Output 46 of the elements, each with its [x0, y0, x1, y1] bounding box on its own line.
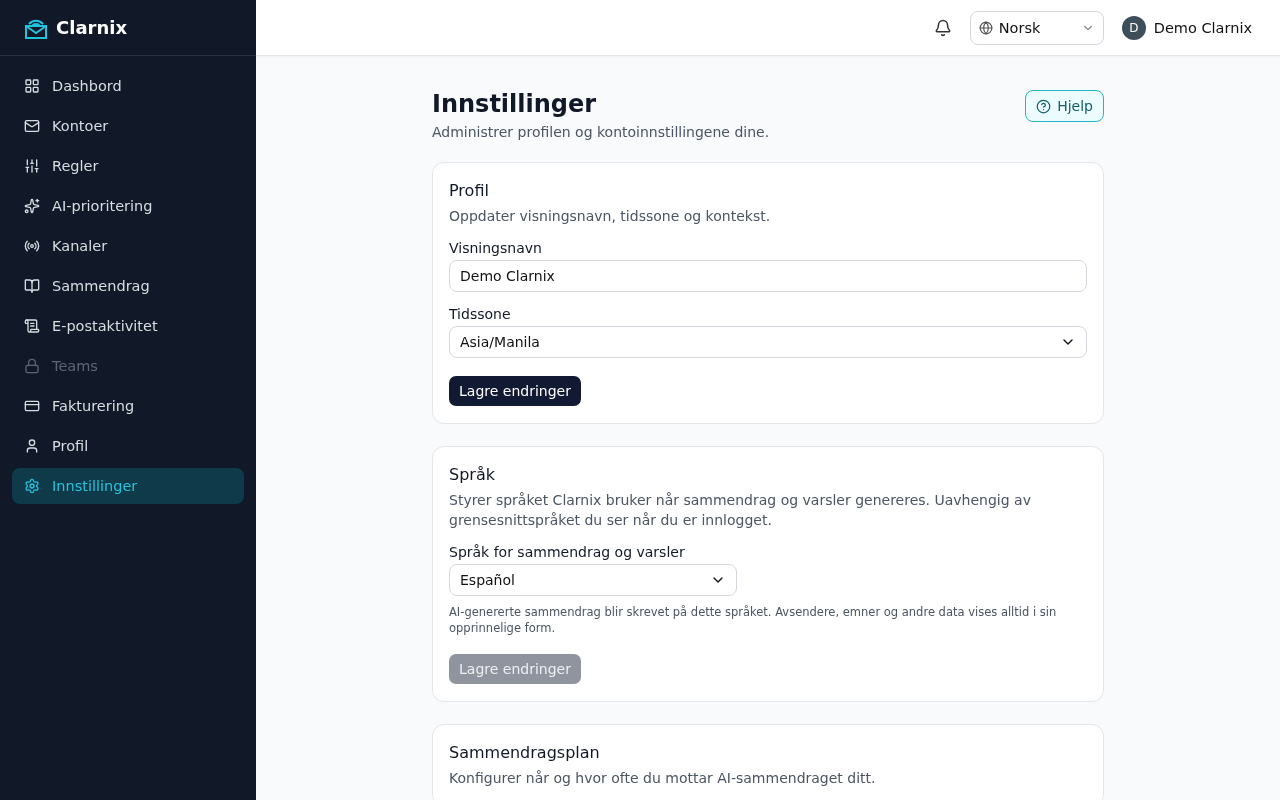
bell-icon — [933, 18, 952, 37]
book-icon — [24, 278, 40, 294]
card-description: Oppdater visningsnavn, tidssone og kontekst. — [449, 207, 772, 226]
field-label: Tidssone — [449, 306, 512, 322]
brand-name: Clarnix — [56, 17, 127, 38]
sidebar-item[interactable]: Kanaler — [12, 228, 244, 264]
card-description: Konfigurer når og hvor ofte du mottar AI-sammendraget ditt. — [449, 769, 877, 788]
select-field[interactable]: Asia/Manila — [449, 326, 1087, 358]
page-title: Innstillinger — [432, 90, 598, 118]
save-button[interactable]: Lagre endringer — [449, 376, 581, 406]
sparkles-icon — [24, 198, 40, 214]
page-subtitle: Administrer profilen og kontoinnstillingene dine. — [432, 124, 770, 140]
settings-icon — [24, 478, 40, 494]
help-button[interactable]: Hjelp — [1025, 90, 1104, 122]
scroll-icon — [24, 318, 40, 334]
globe-icon — [978, 20, 993, 35]
user-icon — [24, 438, 40, 454]
sidebar-item[interactable]: Profil — [12, 428, 244, 464]
sidebar-item[interactable]: Innstillinger — [12, 468, 244, 504]
language-select[interactable]: Norsk — [969, 10, 1104, 45]
sidebar-item[interactable]: Dashbord — [12, 68, 244, 104]
sidebar-item[interactable]: Kontoer — [12, 108, 244, 144]
notification-button[interactable] — [933, 18, 952, 37]
user-name: Demo Clarnix — [1153, 19, 1252, 36]
field-hint: AI-genererte sammendrag blir skrevet på dette språket. Avsendere, emner og andre data vises alltid i sin opprinnelige form. — [449, 604, 1058, 636]
radio-icon — [24, 238, 40, 254]
card-title: Sammendragsplan — [449, 743, 601, 762]
grid-icon — [24, 78, 40, 94]
card-title: Profil — [449, 181, 490, 200]
field-label: Visningsnavn — [449, 240, 543, 256]
user-avatar[interactable]: D — [1121, 15, 1146, 40]
sidebar-item[interactable]: Fakturering — [12, 388, 244, 424]
sliders-icon — [24, 158, 40, 174]
select-field[interactable]: Español — [449, 564, 737, 596]
sidebar-item[interactable]: Regler — [12, 148, 244, 184]
lock-icon — [24, 358, 40, 374]
credit-card-icon — [24, 398, 40, 414]
sidebar-item[interactable]: AI-prioritering — [12, 188, 244, 224]
field-label: Språk for sammendrag og varsler — [449, 544, 686, 560]
sidebar-item[interactable]: E-postaktivitet — [12, 308, 244, 344]
card-title: Språk — [449, 465, 496, 484]
card-description: Styrer språket Clarnix bruker når sammendrag og varsler genereres. Uavhengig av grensesnittspråket du ser når du er innlogget. — [449, 491, 1032, 530]
help-icon — [1036, 98, 1052, 114]
mail-icon — [24, 118, 40, 134]
input-field[interactable]: Demo Clarnix — [449, 260, 1087, 292]
sidebar-item[interactable]: Sammendrag — [12, 268, 244, 304]
